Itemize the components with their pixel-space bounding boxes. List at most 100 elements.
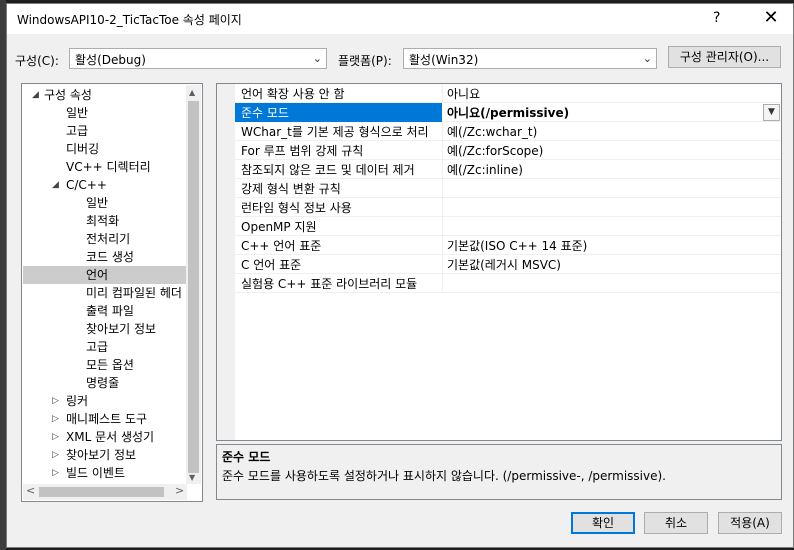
scroll-right-icon[interactable]: > — [175, 484, 184, 497]
property-value: 아니요(/permissive) — [447, 106, 570, 120]
property-row[interactable]: For 루프 범위 강제 규칙 예(/Zc:forScope) — [235, 141, 781, 160]
property-value: 예(/Zc:wchar_t) — [447, 125, 538, 139]
tree-item-language[interactable]: 언어 — [86, 266, 108, 284]
chevron-down-icon: ⌄ — [312, 52, 322, 65]
scroll-down-icon[interactable]: ▼ — [189, 473, 195, 482]
vertical-scroll-thumb[interactable] — [188, 101, 199, 473]
property-row[interactable]: C++ 언어 표준 기본값(ISO C++ 14 표준) — [235, 236, 781, 255]
expander-expanded-icon[interactable]: ◢ — [32, 90, 39, 100]
scroll-up-icon[interactable]: ▲ — [189, 88, 195, 97]
tree-item-all-options[interactable]: 모든 옵션 — [86, 356, 134, 374]
expander-expanded-icon[interactable]: ◢ — [52, 180, 59, 190]
tree-item-general[interactable]: 일반 — [66, 104, 88, 122]
property-value: 아니요 — [447, 87, 481, 101]
tree-item-cpp-advanced[interactable]: 고급 — [86, 338, 108, 356]
property-row[interactable]: WChar_t를 기본 제공 형식으로 처리 예(/Zc:wchar_t) — [235, 122, 781, 141]
property-row[interactable]: C 언어 표준 기본값(레거시 MSVC) — [235, 255, 781, 274]
expander-collapsed-icon[interactable]: ▷ — [52, 432, 59, 442]
tree-item-browse-information[interactable]: 찾아보기 정보 — [86, 320, 156, 338]
tree-item-preprocessor[interactable]: 전처리기 — [86, 230, 130, 248]
property-value: 예(/Zc:inline) — [447, 163, 523, 177]
tree-horizontal-scrollbar[interactable]: < > — [23, 484, 187, 500]
tree-item-cpp[interactable]: C/C++ — [66, 176, 107, 194]
property-row[interactable]: 실험용 C++ 표준 라이브러리 모듈 — [235, 274, 781, 293]
property-row[interactable]: 언어 확장 사용 안 함 아니요 — [235, 84, 781, 103]
column-separator — [442, 84, 443, 103]
expander-collapsed-icon[interactable]: ▷ — [52, 468, 59, 478]
property-value: 기본값(레거시 MSVC) — [447, 258, 561, 272]
expander-collapsed-icon[interactable]: ▷ — [52, 396, 59, 406]
ok-button[interactable]: 확인 — [571, 512, 635, 534]
property-grid: 언어 확장 사용 안 함 아니요 준수 모드 아니요(/permissive) … — [216, 83, 782, 441]
chevron-down-icon: ⌄ — [642, 52, 652, 65]
property-name: 참조되지 않은 코드 및 데이터 제거 — [241, 163, 415, 177]
help-button[interactable]: ? — [713, 10, 720, 26]
description-text: 준수 모드를 사용하도록 설정하거나 표시하지 않습니다. (/permissi… — [222, 469, 666, 483]
platform-label: 플랫폼(P): — [338, 54, 392, 68]
tree-item-output-files[interactable]: 출력 파일 — [86, 302, 134, 320]
tree-item-config-properties[interactable]: 구성 속성 — [44, 86, 92, 104]
property-name: OpenMP 지원 — [241, 220, 317, 234]
column-separator — [442, 255, 443, 274]
tree-vertical-scrollbar[interactable]: ▲ ▼ — [186, 85, 201, 484]
tree-item-advanced[interactable]: 고급 — [66, 122, 88, 140]
platform-value: 활성(Win32) — [409, 53, 479, 67]
horizontal-scroll-thumb[interactable] — [39, 487, 164, 497]
platform-dropdown[interactable]: 활성(Win32) ⌄ — [403, 48, 657, 69]
property-name: WChar_t를 기본 제공 형식으로 처리 — [241, 125, 429, 139]
property-name: For 루프 범위 강제 규칙 — [241, 144, 364, 158]
property-value: 기본값(ISO C++ 14 표준) — [447, 239, 588, 253]
description-panel: 준수 모드 준수 모드를 사용하도록 설정하거나 표시하지 않습니다. (/pe… — [216, 444, 782, 500]
tree-item-code-generation[interactable]: 코드 생성 — [86, 248, 134, 266]
property-name: C++ 언어 표준 — [241, 239, 322, 253]
property-name: 언어 확장 사용 안 함 — [241, 87, 345, 101]
property-name: 준수 모드 — [241, 106, 289, 120]
tree-item-manifest-tool[interactable]: 매니페스트 도구 — [66, 410, 147, 428]
expander-collapsed-icon[interactable]: ▷ — [52, 450, 59, 460]
tree-item-command-line[interactable]: 명령줄 — [86, 374, 119, 392]
property-row[interactable]: 참조되지 않은 코드 및 데이터 제거 예(/Zc:inline) — [235, 160, 781, 179]
expander-collapsed-icon[interactable]: ▷ — [52, 414, 59, 424]
property-name: 실험용 C++ 표준 라이브러리 모듈 — [241, 277, 418, 291]
property-pages-dialog: WindowsAPI10-2_TicTacToe 속성 페이지 ? ✕ 구성(C… — [6, 3, 794, 548]
tree-item-linker[interactable]: 링커 — [66, 392, 88, 410]
column-separator — [442, 160, 443, 179]
property-row[interactable]: 런타임 형식 정보 사용 — [235, 198, 781, 217]
tree-item-vc-directories[interactable]: VC++ 디렉터리 — [66, 158, 151, 176]
configuration-label: 구성(C): — [15, 54, 59, 68]
property-row[interactable]: OpenMP 지원 — [235, 217, 781, 236]
tree-item-precompiled-headers[interactable]: 미리 컴파일된 헤더 — [86, 284, 182, 302]
configuration-dropdown[interactable]: 활성(Debug) ⌄ — [69, 48, 327, 69]
description-title: 준수 모드 — [222, 450, 271, 464]
scroll-left-icon[interactable]: < — [26, 484, 35, 497]
property-name: C 언어 표준 — [241, 258, 302, 272]
property-row[interactable]: 강제 형식 변환 규칙 — [235, 179, 781, 198]
tree-item-optimization[interactable]: 최적화 — [86, 212, 119, 230]
column-separator — [442, 122, 443, 141]
title-bar: WindowsAPI10-2_TicTacToe 속성 페이지 ? ✕ — [7, 4, 793, 34]
tree-item-xml-doc-generator[interactable]: XML 문서 생성기 — [66, 428, 154, 446]
configuration-value: 활성(Debug) — [75, 53, 146, 67]
grid-gutter — [217, 84, 235, 440]
column-separator — [442, 141, 443, 160]
column-separator — [442, 274, 443, 293]
tree-item-cpp-general[interactable]: 일반 — [86, 194, 108, 212]
property-name: 강제 형식 변환 규칙 — [241, 182, 341, 196]
apply-button[interactable]: 적용(A) — [718, 512, 782, 534]
property-row-selected[interactable]: 준수 모드 아니요(/permissive) ▼ — [235, 103, 781, 122]
property-value: 예(/Zc:forScope) — [447, 144, 544, 158]
cancel-button[interactable]: 취소 — [644, 512, 708, 534]
column-separator — [442, 179, 443, 198]
dialog-title: WindowsAPI10-2_TicTacToe 속성 페이지 — [17, 13, 242, 27]
close-button[interactable]: ✕ — [759, 7, 783, 28]
property-name: 런타임 형식 정보 사용 — [241, 201, 352, 215]
column-separator — [442, 198, 443, 217]
configuration-manager-button[interactable]: 구성 관리자(O)... — [668, 46, 781, 68]
tree-item-debugging[interactable]: 디버깅 — [66, 140, 99, 158]
dropdown-arrow-icon[interactable]: ▼ — [763, 104, 780, 121]
tree-item-build-events[interactable]: 빌드 이벤트 — [66, 464, 125, 482]
tree-item-browse-info[interactable]: 찾아보기 정보 — [66, 446, 136, 464]
column-separator — [442, 217, 443, 236]
column-separator — [442, 236, 443, 255]
property-tree: ◢ 구성 속성 일반 고급 디버깅 VC++ 디렉터리 ◢ C/C++ 일반 최… — [21, 83, 203, 502]
